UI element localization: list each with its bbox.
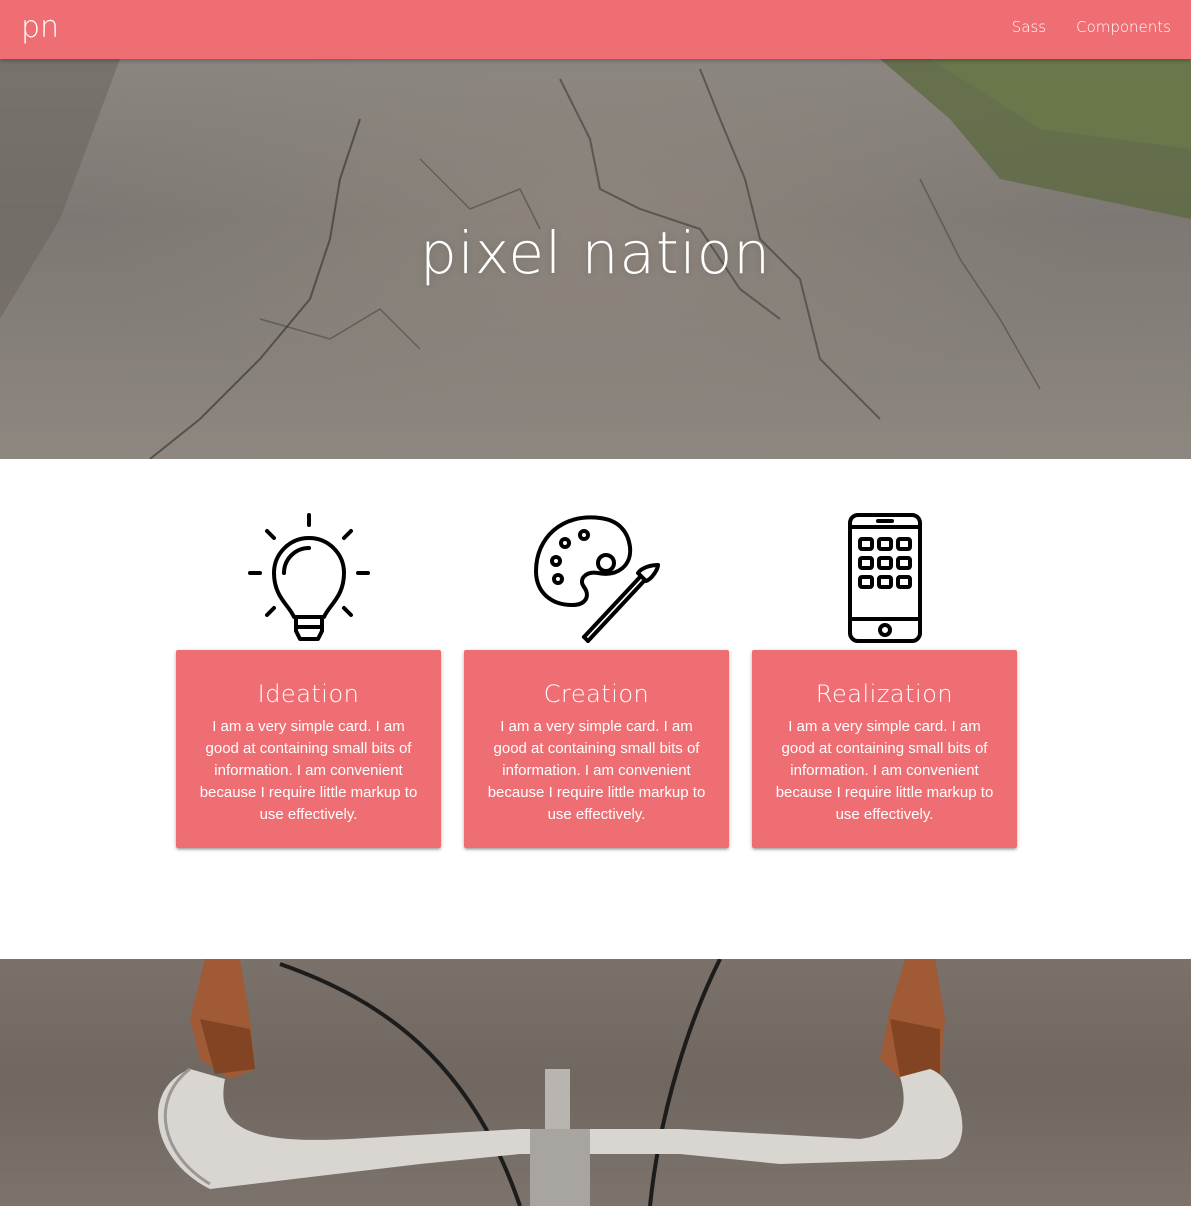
palette-icon — [464, 513, 729, 643]
card-ideation: Ideation I am a very simple card. I am g… — [176, 650, 441, 848]
card-text: I am a very simple card. I am good at co… — [199, 718, 418, 823]
card-title: Realization — [815, 680, 954, 708]
navbar: pn Sass Components — [0, 0, 1191, 59]
card-text: I am a very simple card. I am good at co… — [487, 718, 706, 823]
hero-title: pixel nation — [419, 219, 772, 287]
card-title: Ideation — [257, 680, 360, 708]
smartphone-icon — [752, 513, 1017, 643]
card-realization: Realization I am a very simple card. I a… — [752, 650, 1017, 848]
hero-section: pixel nation — [0, 59, 1191, 459]
parallax-section — [0, 959, 1191, 1206]
brand-logo[interactable]: pn — [21, 11, 59, 45]
nav-links: Sass Components — [992, 0, 1181, 59]
nav-link-sass[interactable]: Sass — [992, 18, 1056, 42]
bicycle-handlebar-image — [157, 959, 963, 1206]
lightbulb-icon — [176, 513, 441, 643]
card-title: Creation — [543, 680, 650, 708]
card-creation: Creation I am a very simple card. I am g… — [464, 650, 729, 848]
features-section: Ideation I am a very simple card. I am g… — [0, 459, 1191, 959]
card-text: I am a very simple card. I am good at co… — [775, 718, 994, 823]
nav-link-components[interactable]: Components — [1056, 18, 1181, 42]
